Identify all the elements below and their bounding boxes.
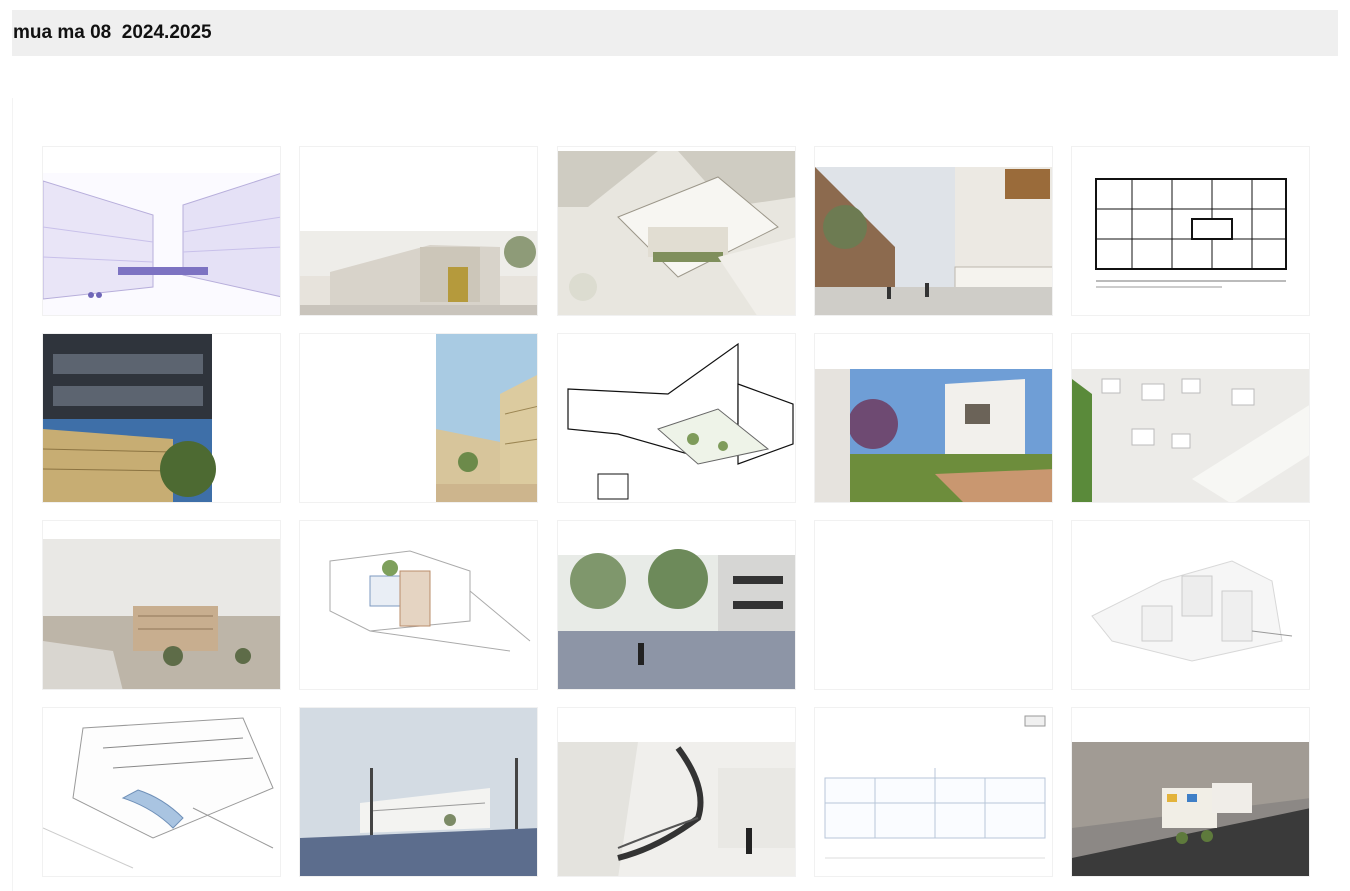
gallery-thumbnail-1[interactable]: [42, 146, 281, 316]
gallery-thumbnail-20[interactable]: [1071, 707, 1310, 877]
image-10: [1072, 369, 1309, 502]
image-18: [558, 742, 795, 876]
gallery-thumbnail-4[interactable]: [814, 146, 1053, 316]
gallery-thumbnail-6[interactable]: [42, 333, 281, 503]
gallery-thumbnail-14[interactable]: [814, 520, 1053, 690]
gallery-thumbnail-17[interactable]: [299, 707, 538, 877]
image-11: [43, 539, 280, 689]
image-7: [436, 334, 537, 502]
gallery-thumbnail-19[interactable]: [814, 707, 1053, 877]
image-3: [558, 151, 795, 315]
gallery-thumbnail-16[interactable]: [42, 707, 281, 877]
gallery-thumbnail-3[interactable]: [557, 146, 796, 316]
image-17: [300, 708, 537, 876]
gallery-thumbnail-7[interactable]: [299, 333, 538, 503]
image-16: [43, 708, 280, 876]
image-6: [43, 334, 216, 502]
gallery-thumbnail-10[interactable]: [1071, 333, 1310, 503]
image-gallery-grid: [42, 146, 1310, 891]
gallery-thumbnail-8[interactable]: [557, 333, 796, 503]
header-bar: mua ma 08 2024.2025: [12, 10, 1338, 56]
image-4: [815, 167, 1052, 315]
page-title: mua ma 08 2024.2025: [13, 22, 212, 43]
gallery-thumbnail-2[interactable]: [299, 146, 538, 316]
image-12: [329, 550, 531, 652]
image-8: [567, 342, 794, 500]
image-15: [1091, 560, 1293, 662]
image-1: [43, 173, 280, 315]
gallery-thumbnail-11[interactable]: [42, 520, 281, 690]
image-20: [1072, 742, 1309, 876]
image-2: [300, 231, 537, 315]
image-9: [815, 369, 1052, 502]
image-13: [558, 549, 795, 689]
image-14: [815, 521, 1052, 689]
image-5: [1095, 178, 1287, 288]
gallery-thumbnail-12[interactable]: [299, 520, 538, 690]
gallery-thumbnail-9[interactable]: [814, 333, 1053, 503]
image-19: [815, 708, 1052, 876]
gallery-thumbnail-15[interactable]: [1071, 520, 1310, 690]
gallery-thumbnail-18[interactable]: [557, 707, 796, 877]
gallery-thumbnail-13[interactable]: [557, 520, 796, 690]
gallery-thumbnail-5[interactable]: [1071, 146, 1310, 316]
